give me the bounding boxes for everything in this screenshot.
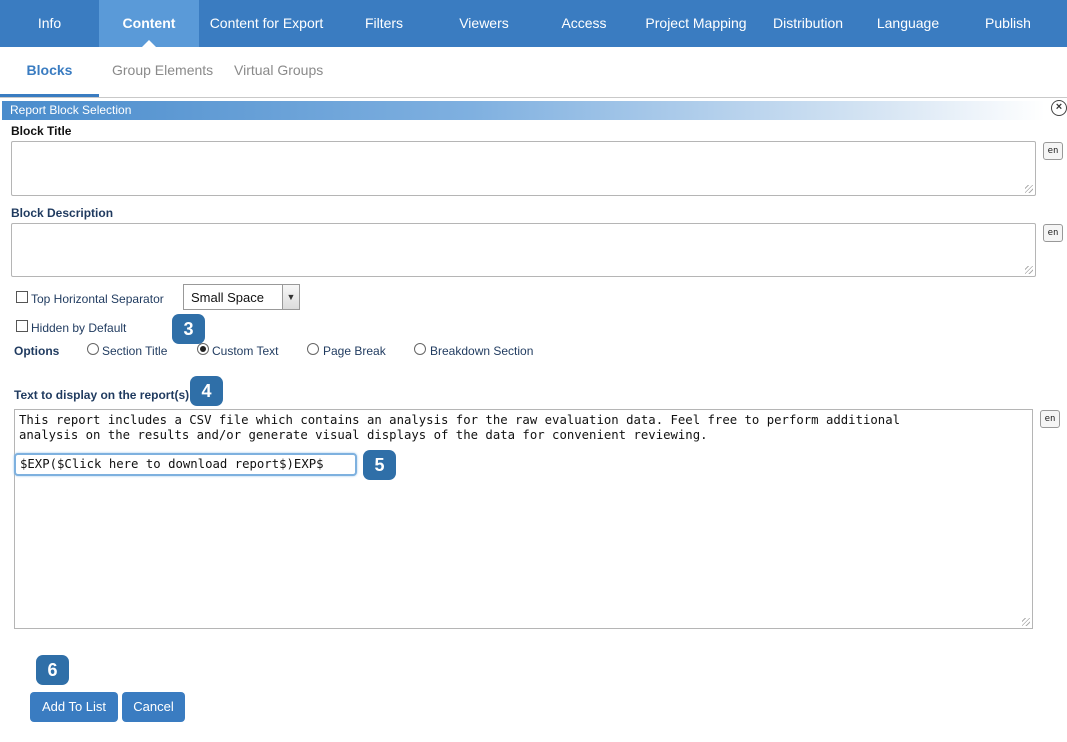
- radio-custom-text[interactable]: [197, 343, 209, 355]
- tab-content-for-export[interactable]: Content for Export: [199, 0, 334, 47]
- step-badge-3: 3: [172, 314, 205, 344]
- resize-handle[interactable]: [1025, 185, 1033, 193]
- top-separator-checkbox[interactable]: [16, 291, 28, 303]
- tab-publish[interactable]: Publish: [958, 0, 1058, 47]
- resize-handle[interactable]: [1025, 266, 1033, 274]
- tab-access[interactable]: Access: [534, 0, 634, 47]
- resize-handle[interactable]: [1022, 618, 1030, 626]
- subtab-virtual-groups[interactable]: Virtual Groups: [234, 47, 323, 97]
- add-to-list-button[interactable]: Add To List: [30, 692, 118, 722]
- tab-project-mapping[interactable]: Project Mapping: [634, 0, 758, 47]
- language-button[interactable]: en: [1043, 142, 1063, 160]
- radio-section-title-label: Section Title: [102, 344, 168, 358]
- step-badge-5: 5: [363, 450, 396, 480]
- radio-section-title[interactable]: [87, 343, 99, 355]
- step-badge-4: 4: [190, 376, 223, 406]
- step-badge-6: 6: [36, 655, 69, 685]
- sub-tabs: Blocks Group Elements Virtual Groups: [0, 47, 1067, 98]
- radio-breakdown-section-label: Breakdown Section: [430, 344, 534, 358]
- expression-field[interactable]: $EXP($Click here to download report$)EXP…: [14, 453, 357, 476]
- block-description-input[interactable]: [11, 223, 1036, 277]
- radio-custom-text-label: Custom Text: [212, 344, 279, 358]
- subtab-group-elements[interactable]: Group Elements: [112, 47, 213, 97]
- chevron-down-icon: ▼: [282, 285, 299, 309]
- tab-viewers[interactable]: Viewers: [434, 0, 534, 47]
- report-text-value: This report includes a CSV file which co…: [19, 413, 900, 442]
- tab-info[interactable]: Info: [0, 0, 99, 47]
- report-text-input[interactable]: This report includes a CSV file which co…: [14, 409, 1033, 629]
- top-separator-label: Top Horizontal Separator: [31, 292, 164, 306]
- separator-select-value: Small Space: [191, 290, 264, 305]
- tab-filters[interactable]: Filters: [334, 0, 434, 47]
- cancel-button[interactable]: Cancel: [122, 692, 185, 722]
- tab-language[interactable]: Language: [858, 0, 958, 47]
- tab-content[interactable]: Content: [99, 0, 199, 47]
- language-button[interactable]: en: [1043, 224, 1063, 242]
- options-label: Options: [14, 344, 60, 358]
- language-button[interactable]: en: [1040, 410, 1060, 428]
- hidden-default-checkbox[interactable]: [16, 320, 28, 332]
- radio-page-break[interactable]: [307, 343, 319, 355]
- hidden-default-label: Hidden by Default: [31, 321, 127, 335]
- radio-breakdown-section[interactable]: [414, 343, 426, 355]
- block-title-input[interactable]: [11, 141, 1036, 196]
- radio-page-break-label: Page Break: [323, 344, 386, 358]
- block-title-label: Block Title: [11, 124, 72, 138]
- tab-distribution[interactable]: Distribution: [758, 0, 858, 47]
- close-icon[interactable]: ×: [1051, 100, 1067, 116]
- block-description-label: Block Description: [11, 206, 114, 220]
- panel-title: Report Block Selection: [2, 101, 1045, 120]
- subtab-blocks[interactable]: Blocks: [0, 47, 99, 97]
- top-nav: Info Content Content for Export Filters …: [0, 0, 1067, 47]
- report-text-label: Text to display on the report(s): [14, 388, 190, 402]
- separator-select[interactable]: Small Space ▼: [183, 284, 300, 310]
